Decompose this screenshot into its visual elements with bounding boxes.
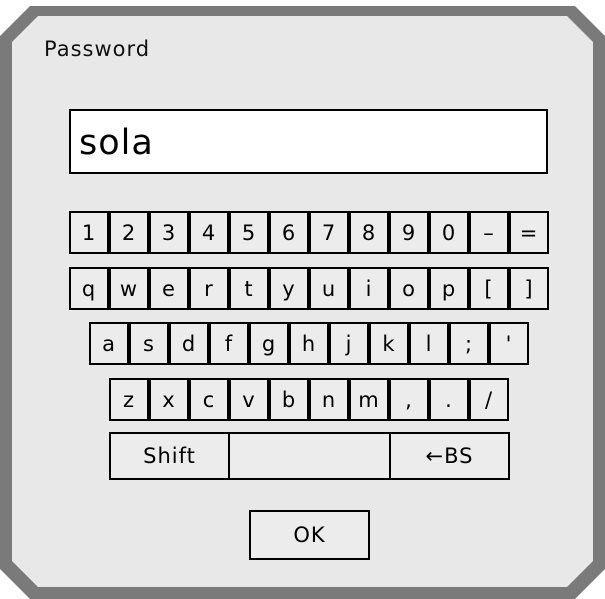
key-0[interactable]: 0 [429,211,469,254]
key-equals[interactable]: = [509,211,549,254]
key-left-bracket[interactable]: [ [469,267,509,310]
key-2[interactable]: 2 [109,211,149,254]
key-3[interactable]: 3 [149,211,189,254]
key-u[interactable]: u [309,267,349,310]
backspace-key[interactable]: ←BS [389,432,510,480]
key-t[interactable]: t [229,267,269,310]
key-1[interactable]: 1 [69,211,109,254]
space-key[interactable] [228,432,391,480]
key-b[interactable]: b [269,378,309,421]
key-l[interactable]: l [409,322,449,365]
key-n[interactable]: n [309,378,349,421]
key-j[interactable]: j [329,322,369,365]
key-x[interactable]: x [149,378,189,421]
key-7[interactable]: 7 [309,211,349,254]
key-e[interactable]: e [149,267,189,310]
key-q[interactable]: q [69,267,109,310]
key-semicolon[interactable]: ; [449,322,489,365]
key-m[interactable]: m [349,378,389,421]
key-h[interactable]: h [289,322,329,365]
key-g[interactable]: g [249,322,289,365]
dialog-title: Password [44,37,151,61]
key-i[interactable]: i [349,267,389,310]
key-s[interactable]: s [129,322,169,365]
key-8[interactable]: 8 [349,211,389,254]
key-slash[interactable]: / [469,378,509,421]
ok-button[interactable]: OK [249,510,370,560]
key-apostrophe[interactable]: ' [489,322,529,365]
shift-key[interactable]: Shift [109,432,230,480]
key-y[interactable]: y [269,267,309,310]
key-9[interactable]: 9 [389,211,429,254]
key-r[interactable]: r [189,267,229,310]
key-v[interactable]: v [229,378,269,421]
key-z[interactable]: z [109,378,149,421]
key-minus[interactable]: – [469,211,509,254]
key-right-bracket[interactable]: ] [509,267,549,310]
key-5[interactable]: 5 [229,211,269,254]
key-p[interactable]: p [429,267,469,310]
key-6[interactable]: 6 [269,211,309,254]
key-c[interactable]: c [189,378,229,421]
key-w[interactable]: w [109,267,149,310]
key-comma[interactable]: , [389,378,429,421]
key-4[interactable]: 4 [189,211,229,254]
key-d[interactable]: d [169,322,209,365]
password-input-text: sola [79,123,154,163]
key-o[interactable]: o [389,267,429,310]
key-period[interactable]: . [429,378,469,421]
key-a[interactable]: a [89,322,129,365]
key-k[interactable]: k [369,322,409,365]
key-f[interactable]: f [209,322,249,365]
password-input[interactable]: sola [69,109,548,174]
